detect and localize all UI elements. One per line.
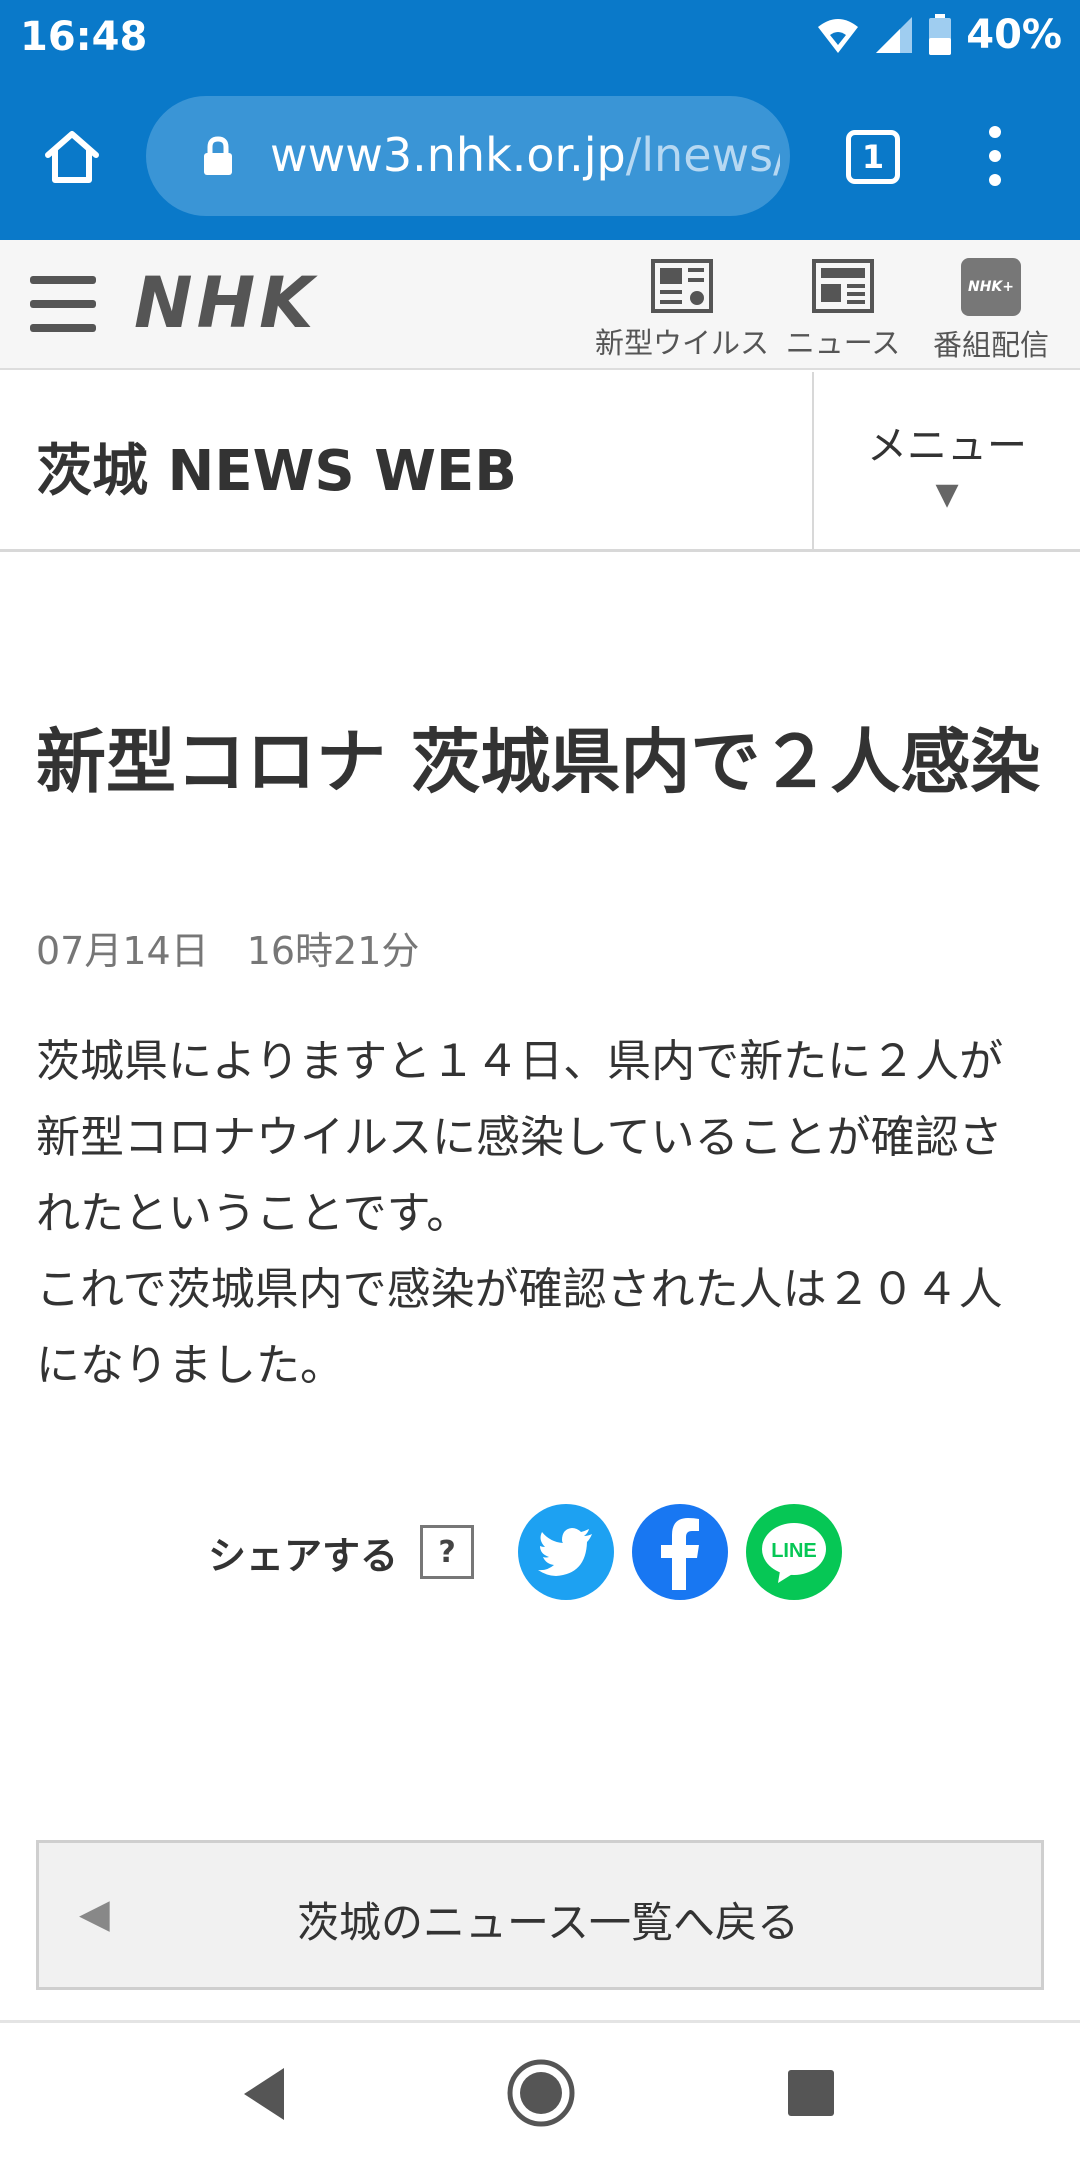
newspaper-icon xyxy=(812,259,874,313)
caret-down-icon: ▼ xyxy=(935,476,959,512)
nav-news-label: ニュース xyxy=(785,326,901,360)
more-dot-icon xyxy=(989,126,1001,138)
share-twitter-button[interactable] xyxy=(518,1504,615,1600)
line-logo-text: LINE xyxy=(771,1540,817,1562)
hamburger-menu-icon[interactable] xyxy=(30,276,96,332)
share-row: シェアする ? LINE xyxy=(208,1502,843,1602)
back-to-list-button[interactable]: ◀ 茨城のニュース一覧へ戻る xyxy=(36,1840,1044,1990)
article-paragraph: これで茨城県内で感染が確認された人は２０４人になりました。 xyxy=(36,1264,1003,1391)
facebook-icon xyxy=(661,1518,700,1590)
status-bar: 16:48 40% xyxy=(0,0,1080,72)
share-help-button[interactable]: ? xyxy=(420,1525,475,1579)
site-header: NHK 新型ウイルス ニュース NHK+ 番組配信 xyxy=(0,240,1080,370)
more-dot-icon xyxy=(989,150,1001,162)
back-to-list-label: 茨城のニュース一覧へ戻る xyxy=(297,1898,799,1947)
nav-home-icon[interactable] xyxy=(506,2058,576,2128)
browser-chrome: 16:48 40% www3.nhk.or.jp/lnews/ 1 xyxy=(0,0,1080,240)
browser-toolbar: www3.nhk.or.jp/lnews/ 1 xyxy=(0,96,1080,216)
nav-program-streaming[interactable]: NHK+ 番組配信 xyxy=(916,258,1066,364)
android-nav-bar xyxy=(0,2030,1080,2160)
wifi-icon xyxy=(818,19,859,53)
menu-label: メニュー xyxy=(867,422,1027,469)
browser-menu-button[interactable] xyxy=(980,126,1010,186)
nav-coronavirus[interactable]: 新型ウイルス xyxy=(590,258,774,362)
nav-recent-apps-icon[interactable] xyxy=(788,2070,834,2116)
virus-news-icon xyxy=(651,259,713,313)
article-body: 茨城県によりますと１４日、県内で新たに２人が新型コロナウイルスに感染していること… xyxy=(36,1024,1046,1404)
local-news-header: 茨城 NEWS WEB メニュー ▼ xyxy=(0,372,1080,552)
tab-switcher-button[interactable]: 1 xyxy=(846,130,900,184)
share-line-button[interactable]: LINE xyxy=(746,1504,843,1600)
more-dot-icon xyxy=(989,174,1001,186)
nav-back-icon[interactable] xyxy=(240,2066,288,2122)
nav-program-label: 番組配信 xyxy=(932,328,1049,362)
article-paragraph: 茨城県によりますと１４日、県内で新たに２人が新型コロナウイルスに感染していること… xyxy=(36,1036,1004,1239)
signal-icon xyxy=(876,17,913,53)
home-button[interactable] xyxy=(32,122,112,192)
nav-news[interactable]: ニュース xyxy=(780,258,906,362)
url-domain: www3.nhk.or.jp xyxy=(270,128,626,182)
battery-icon xyxy=(929,14,952,55)
lock-icon xyxy=(204,136,232,175)
article-title: 新型コロナ 茨城県内で２人感染 xyxy=(36,721,1041,803)
home-icon xyxy=(45,131,99,183)
nhk-logo[interactable]: NHK xyxy=(134,262,317,344)
share-facebook-button[interactable] xyxy=(632,1504,729,1600)
share-label: シェアする xyxy=(208,1533,399,1578)
article-date: 07月14日 16時21分 xyxy=(36,929,420,973)
nav-coronavirus-label: 新型ウイルス xyxy=(594,326,769,360)
url-path: /lnews/ xyxy=(625,128,780,182)
status-icons: 40% xyxy=(816,12,1062,58)
twitter-icon xyxy=(538,1528,593,1576)
local-site-title[interactable]: 茨城 NEWS WEB xyxy=(36,426,517,507)
url-text: www3.nhk.or.jp/lnews/ xyxy=(270,128,780,182)
local-menu-button[interactable]: メニュー ▼ xyxy=(812,372,1080,552)
line-icon: LINE xyxy=(762,1523,827,1583)
footer-divider xyxy=(0,2020,1080,2023)
url-bar[interactable]: www3.nhk.or.jp/lnews/ xyxy=(146,96,790,216)
status-time: 16:48 xyxy=(20,14,148,60)
battery-percent: 40% xyxy=(966,12,1062,58)
nhk-plus-icon: NHK+ xyxy=(961,258,1021,316)
